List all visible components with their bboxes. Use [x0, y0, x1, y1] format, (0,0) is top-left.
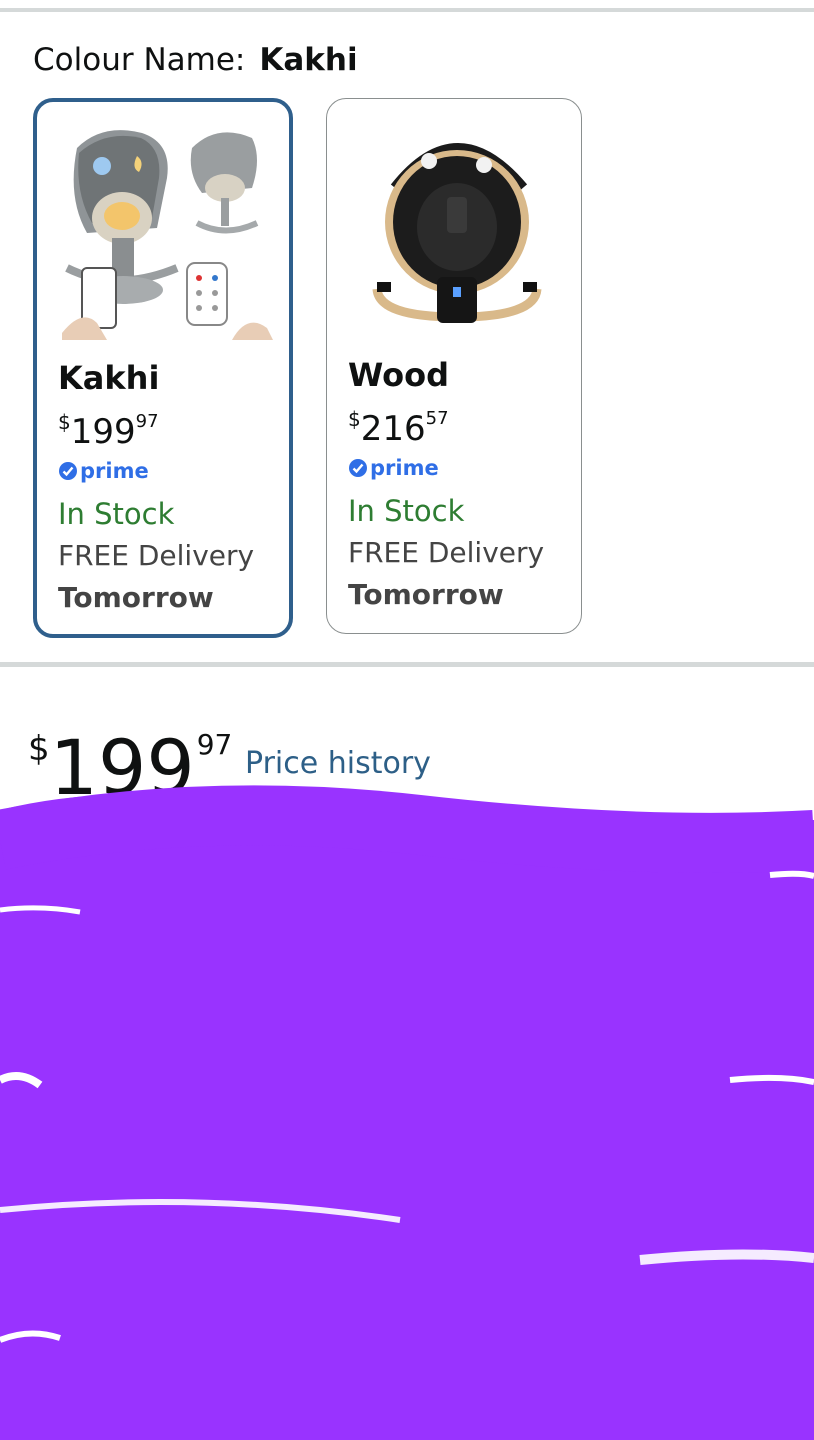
colour-name-label: Colour Name: — [33, 42, 246, 78]
delivery-day: Tomorrow — [348, 578, 504, 611]
price-fraction: 97 — [135, 411, 159, 432]
prime-check-icon — [59, 462, 77, 480]
delivery-day: Tomorrow — [58, 581, 214, 614]
prime-label: prime — [80, 459, 149, 483]
section-divider — [0, 662, 814, 667]
prime-label: prime — [370, 456, 439, 480]
variant-card-kakhi[interactable]: Kakhi $19997 prime In Stock FREE Deliver… — [33, 98, 293, 638]
prime-check-icon — [349, 459, 367, 477]
prime-badge: prime — [58, 456, 149, 486]
stock-status: In Stock — [348, 494, 465, 528]
product-image-kakhi — [57, 118, 273, 340]
price-whole: 199 — [70, 412, 136, 452]
top-divider — [0, 8, 814, 12]
price-currency: $ — [348, 407, 361, 431]
main-price-currency: $ — [28, 729, 50, 769]
price-fraction: 57 — [425, 408, 449, 429]
redaction-scribble — [0, 785, 814, 1440]
main-price: $19997 — [28, 700, 233, 812]
variant-name: Wood — [348, 356, 450, 394]
variant-name: Kakhi — [58, 359, 160, 397]
colour-name-row: Colour Name: Kakhi — [33, 40, 358, 80]
colour-name-value: Kakhi — [259, 42, 358, 78]
product-image-wood — [349, 117, 565, 339]
price-currency: $ — [58, 410, 71, 434]
stock-status: In Stock — [58, 497, 175, 531]
variant-price: $21657 — [348, 399, 449, 449]
delivery-text: FREE Delivery — [58, 539, 255, 572]
delivery-text: FREE Delivery — [348, 536, 545, 569]
variant-card-wood[interactable]: Wood $21657 prime In Stock FREE Delivery… — [326, 98, 582, 634]
variant-price: $19997 — [58, 402, 159, 452]
price-whole: 216 — [360, 409, 426, 449]
prime-badge: prime — [348, 453, 439, 483]
main-price-fraction: 97 — [196, 728, 233, 761]
price-history-link[interactable]: Price history — [245, 744, 431, 784]
